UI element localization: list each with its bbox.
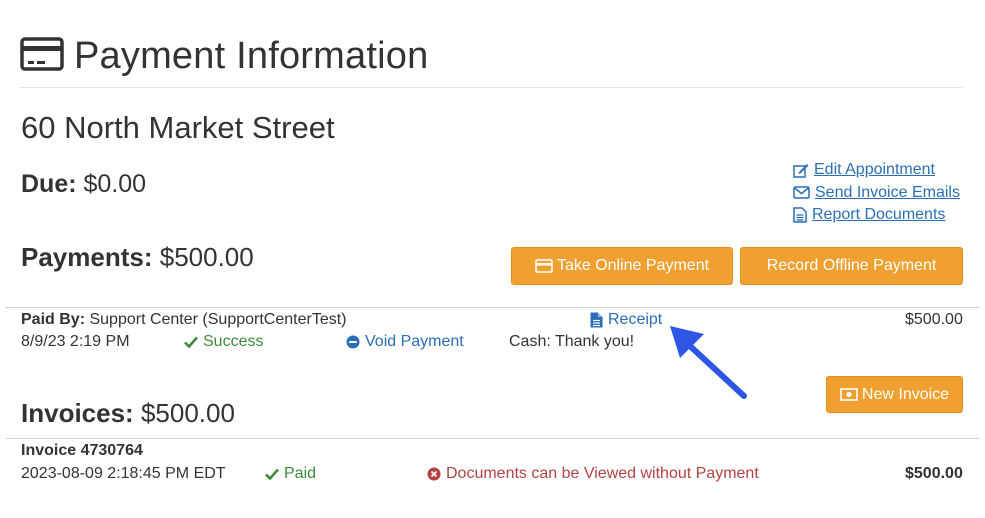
payment-datetime: 8/9/23 2:19 PM xyxy=(21,333,130,350)
send-invoice-emails-link[interactable]: Send Invoice Emails xyxy=(793,182,960,205)
invoices-summary: Invoices: $500.00 xyxy=(21,398,235,429)
invoice-title: Invoice 4730764 xyxy=(21,442,143,459)
due-amount: $0.00 xyxy=(83,170,147,198)
invoice-status: Paid xyxy=(265,465,316,483)
annotation-arrow-icon xyxy=(670,326,747,399)
payments-divider xyxy=(6,307,979,308)
due-label: Due: xyxy=(21,170,77,198)
invoice-status-label: Paid xyxy=(284,465,317,482)
payment-status-label: Success xyxy=(203,333,264,350)
paid-by: Paid By: Support Center (SupportCenterTe… xyxy=(21,311,346,329)
check-icon xyxy=(265,468,279,480)
edit-appointment-label: Edit Appointment xyxy=(814,161,935,178)
record-offline-payment-label: Record Offline Payment xyxy=(766,257,937,274)
document-icon xyxy=(793,207,807,223)
receipt-link[interactable]: Receipt xyxy=(590,311,662,329)
times-circle-icon xyxy=(427,467,441,481)
invoice-datetime: 2023-08-09 2:18:45 PM EDT xyxy=(21,465,226,482)
void-payment-label: Void Payment xyxy=(365,333,464,350)
due-summary: Due: $0.00 xyxy=(21,170,146,199)
documents-note: Documents can be Viewed without Payment xyxy=(427,465,759,483)
send-invoice-emails-label: Send Invoice Emails xyxy=(815,183,960,201)
payments-label: Payments: xyxy=(21,242,153,272)
credit-card-icon xyxy=(535,259,553,273)
payment-note: Cash: Thank you! xyxy=(509,333,635,350)
money-bill-icon xyxy=(840,388,858,401)
documents-note-label: Documents can be Viewed without Payment xyxy=(446,465,759,482)
minus-circle-icon xyxy=(346,335,360,349)
document-icon xyxy=(590,312,603,328)
page-title: Payment Information xyxy=(74,34,429,77)
report-documents-label: Report Documents xyxy=(812,206,946,223)
paid-by-label: Paid By: xyxy=(21,311,86,328)
new-invoice-button[interactable]: New Invoice xyxy=(826,376,963,413)
void-payment-link[interactable]: Void Payment xyxy=(346,333,464,351)
page-header: Payment Information xyxy=(20,30,428,82)
invoices-divider xyxy=(6,438,979,439)
payments-summary: Payments: $500.00 xyxy=(21,242,254,273)
property-address: 60 North Market Street xyxy=(21,110,335,145)
invoices-amount: $500.00 xyxy=(140,398,235,428)
paid-by-value: Support Center (SupportCenterTest) xyxy=(89,311,347,328)
report-documents-link[interactable]: Report Documents xyxy=(793,204,960,227)
action-links: Edit Appointment Send Invoice Emails Rep… xyxy=(793,159,960,227)
payments-amount: $500.00 xyxy=(159,242,254,272)
envelope-icon xyxy=(793,186,810,199)
payment-amount: $500.00 xyxy=(905,311,963,328)
take-online-payment-label: Take Online Payment xyxy=(556,257,710,274)
edit-icon xyxy=(793,163,809,178)
check-icon xyxy=(184,336,198,348)
edit-appointment-link[interactable]: Edit Appointment xyxy=(793,159,960,182)
invoices-label: Invoices: xyxy=(21,398,134,428)
take-online-payment-button[interactable]: Take Online Payment xyxy=(511,247,733,285)
invoice-amount: $500.00 xyxy=(905,465,963,482)
receipt-label: Receipt xyxy=(608,311,663,328)
credit-card-icon xyxy=(20,36,64,76)
record-offline-payment-button[interactable]: Record Offline Payment xyxy=(740,247,963,285)
payment-status: Success xyxy=(184,333,263,351)
new-invoice-label: New Invoice xyxy=(861,385,950,403)
title-divider xyxy=(20,87,963,88)
